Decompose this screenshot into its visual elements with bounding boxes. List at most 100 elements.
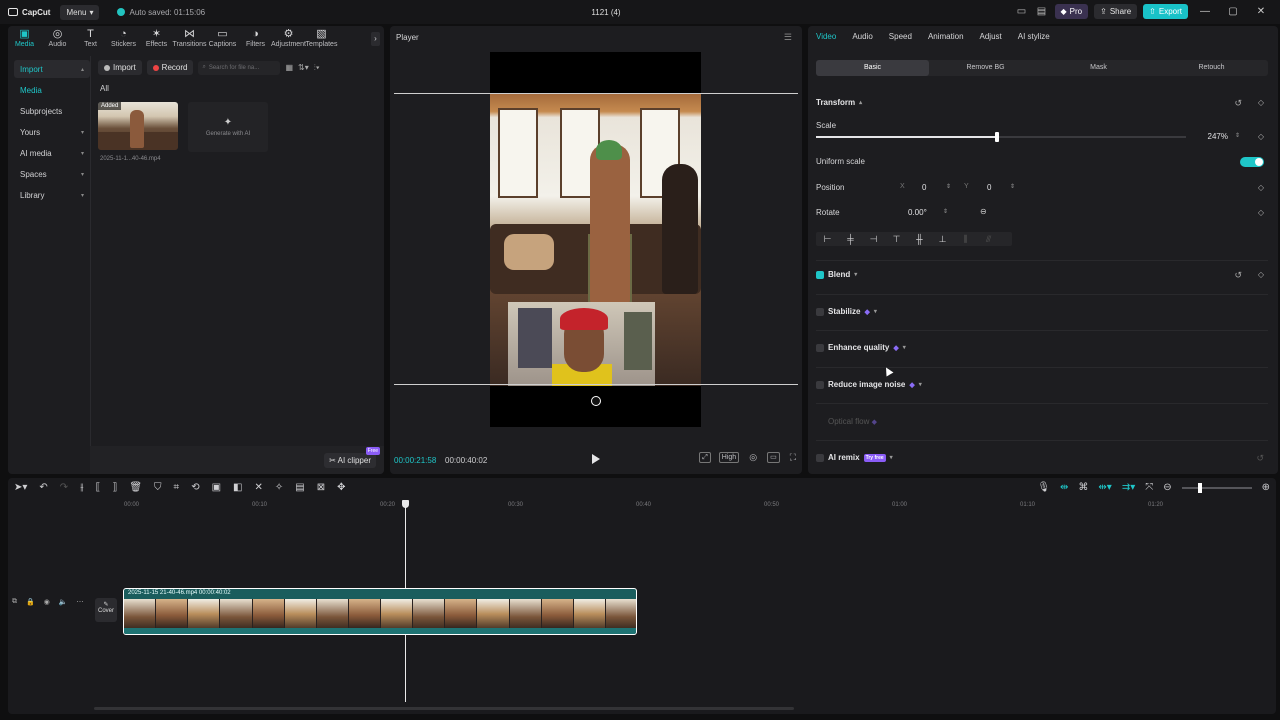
ai-edit-icon[interactable]: ⊠ bbox=[317, 482, 325, 493]
nav-ai-media[interactable]: AI media ▾ bbox=[14, 144, 90, 162]
split-right-icon[interactable]: ⟧ bbox=[112, 482, 117, 493]
tab-filters[interactable]: ◑ Filters bbox=[239, 28, 272, 54]
sort-icon[interactable]: ⇅▾ bbox=[298, 63, 309, 72]
position-y-input[interactable]: 0 bbox=[987, 183, 991, 192]
close-icon[interactable]: ✕ bbox=[1250, 6, 1272, 17]
ratio-icon[interactable]: ⤢ bbox=[699, 452, 711, 463]
keyframe-icon[interactable]: ◇ bbox=[1258, 183, 1264, 192]
tab-stickers[interactable]: ◔ Stickers bbox=[107, 28, 140, 54]
rotate-dial-icon[interactable]: ⊖ bbox=[980, 207, 987, 216]
scale-value[interactable]: 247% bbox=[1208, 132, 1228, 141]
video-clip[interactable]: 2025-11-15 21-40-46.mp4 00:00:40:02 bbox=[123, 588, 637, 635]
remove-bg-icon[interactable]: ✕ bbox=[254, 482, 262, 493]
reduce-noise-header[interactable]: Reduce image noise ◆ ▾ bbox=[816, 380, 922, 389]
blend-checkbox[interactable] bbox=[816, 270, 824, 279]
stepper-icon[interactable]: ⇕ bbox=[1235, 132, 1240, 139]
preview-axis-icon[interactable]: ⇉▾ bbox=[1122, 482, 1135, 493]
zoom-slider-thumb[interactable] bbox=[1197, 482, 1202, 493]
keyframe-icon[interactable]: ◇ bbox=[1258, 270, 1264, 279]
enhance-quality-checkbox[interactable] bbox=[816, 343, 824, 352]
subtab-basic[interactable]: Basic bbox=[816, 60, 929, 76]
props-tab-video[interactable]: Video bbox=[816, 32, 836, 41]
enhance-quality-header[interactable]: Enhance quality ◆ ▾ bbox=[816, 343, 906, 352]
zoom-slider[interactable] bbox=[1181, 482, 1252, 493]
scale-slider-thumb[interactable] bbox=[995, 132, 999, 142]
shortcuts-icon[interactable]: ▤ bbox=[1035, 5, 1049, 19]
ai-clipper-button[interactable]: ✂ AI clipper Free bbox=[324, 447, 380, 468]
generate-with-ai-card[interactable]: ✦ Generate with AI bbox=[188, 102, 268, 152]
props-tab-adjust[interactable]: Adjust bbox=[980, 32, 1002, 41]
align-center-v-icon[interactable]: ╫ bbox=[908, 232, 931, 246]
share-button[interactable]: ⇪ Share bbox=[1094, 4, 1138, 19]
transcript-icon[interactable]: ▤ bbox=[295, 482, 304, 493]
maximize-icon[interactable]: ▢ bbox=[1222, 6, 1244, 17]
stabilize-checkbox[interactable] bbox=[816, 307, 824, 316]
record-button[interactable]: Record bbox=[146, 60, 194, 75]
freeze-icon[interactable]: ▣ bbox=[212, 482, 221, 493]
align-bottom-icon[interactable]: ⊥ bbox=[931, 232, 954, 246]
cover-button[interactable]: ✎ Cover bbox=[95, 598, 117, 622]
split-icon[interactable]: ⫲ bbox=[80, 482, 83, 493]
keyframe-icon[interactable]: ◇ bbox=[1258, 98, 1264, 107]
media-thumbnail[interactable]: Added bbox=[98, 102, 178, 150]
scale-slider[interactable] bbox=[816, 132, 1186, 142]
ai-remix-header[interactable]: AI remix Try free ▾ bbox=[816, 453, 893, 462]
import-button[interactable]: Import bbox=[98, 60, 142, 75]
microphone-icon[interactable]: 🎙 bbox=[1037, 482, 1050, 493]
crop-icon[interactable]: ⌗ bbox=[174, 482, 180, 493]
blend-header[interactable]: Blend ▾ bbox=[816, 270, 857, 279]
nav-import[interactable]: Import ▴ bbox=[14, 60, 90, 78]
select-tool-icon[interactable]: ➤▾ bbox=[14, 482, 27, 493]
marker-icon[interactable]: ⛉ bbox=[154, 482, 162, 493]
video-viewport[interactable] bbox=[490, 52, 701, 427]
eye-icon[interactable]: ◉ bbox=[44, 598, 50, 606]
split-left-icon[interactable]: ⟦ bbox=[95, 482, 100, 493]
quality-button[interactable]: High bbox=[718, 452, 740, 463]
tab-captions[interactable]: ▭ Captions bbox=[206, 28, 239, 54]
keyframe-icon[interactable]: ◇ bbox=[1258, 208, 1264, 217]
layout-icon[interactable]: ▭ bbox=[1015, 5, 1029, 19]
rotate-input[interactable]: 0.00° bbox=[908, 208, 927, 217]
nav-media[interactable]: Media bbox=[14, 81, 90, 99]
nav-subprojects[interactable]: Subprojects bbox=[14, 102, 90, 120]
hamburger-icon[interactable]: ☰ bbox=[784, 32, 792, 43]
ai-remix-checkbox[interactable] bbox=[816, 453, 824, 462]
auto-reframe-icon[interactable]: ⟲ bbox=[191, 482, 199, 493]
props-tab-audio[interactable]: Audio bbox=[852, 32, 872, 41]
align-right-icon[interactable]: ⊣ bbox=[862, 232, 885, 246]
nav-library[interactable]: Library ▾ bbox=[14, 186, 90, 204]
snapshot-icon[interactable]: ◎ bbox=[747, 452, 759, 463]
link-main-track-icon[interactable]: ⇹ bbox=[1060, 482, 1068, 493]
more-icon[interactable]: ⋯ bbox=[77, 598, 84, 606]
reset-icon[interactable]: ↺ bbox=[1234, 98, 1242, 109]
nav-yours[interactable]: Yours ▾ bbox=[14, 123, 90, 141]
timeline-ruler[interactable]: 00:00 00:10 00:20 00:30 00:40 00:50 01:00 01:10… bbox=[124, 502, 1264, 512]
position-x-input[interactable]: 0 bbox=[922, 183, 926, 192]
auto-snap-icon[interactable]: ⇹▾ bbox=[1098, 482, 1111, 493]
zoom-out-icon[interactable]: ⊖ bbox=[1163, 482, 1171, 493]
uniform-scale-toggle[interactable] bbox=[1240, 157, 1264, 167]
track-toggle-icon[interactable]: ⧉ bbox=[12, 598, 17, 606]
play-button[interactable] bbox=[591, 453, 601, 465]
nav-spaces[interactable]: Spaces ▾ bbox=[14, 165, 90, 183]
filter-all-label[interactable]: All bbox=[100, 84, 109, 93]
transform-header[interactable]: Transform ▴ bbox=[816, 98, 862, 107]
tab-text[interactable]: T Text bbox=[74, 28, 107, 54]
lock-icon[interactable]: 🔒 bbox=[26, 598, 35, 606]
zoom-in-icon[interactable]: ⊕ bbox=[1262, 482, 1270, 493]
tab-transitions[interactable]: ⋈ Transitions bbox=[173, 28, 207, 54]
smart-icon[interactable]: ✥ bbox=[337, 482, 345, 493]
magic-icon[interactable]: ✧ bbox=[275, 482, 283, 493]
tab-audio[interactable]: ◎ Audio bbox=[41, 28, 74, 54]
magnet-icon[interactable]: ⌘ bbox=[1078, 482, 1088, 493]
overlay-video[interactable] bbox=[508, 302, 655, 386]
stepper-icon[interactable]: ⇕ bbox=[946, 183, 951, 190]
mirror-icon[interactable]: ◧ bbox=[233, 482, 242, 493]
subtab-remove-bg[interactable]: Remove BG bbox=[929, 60, 1042, 76]
volume-icon[interactable]: 🔈 bbox=[59, 598, 68, 606]
fit-timeline-icon[interactable]: ⤧ bbox=[1145, 482, 1153, 493]
props-tab-ai-stylize[interactable]: AI stylize bbox=[1018, 32, 1050, 41]
reduce-noise-checkbox[interactable] bbox=[816, 380, 824, 389]
keyframe-icon[interactable]: ◇ bbox=[1258, 132, 1264, 141]
export-button[interactable]: ⇧ Export bbox=[1143, 4, 1188, 19]
